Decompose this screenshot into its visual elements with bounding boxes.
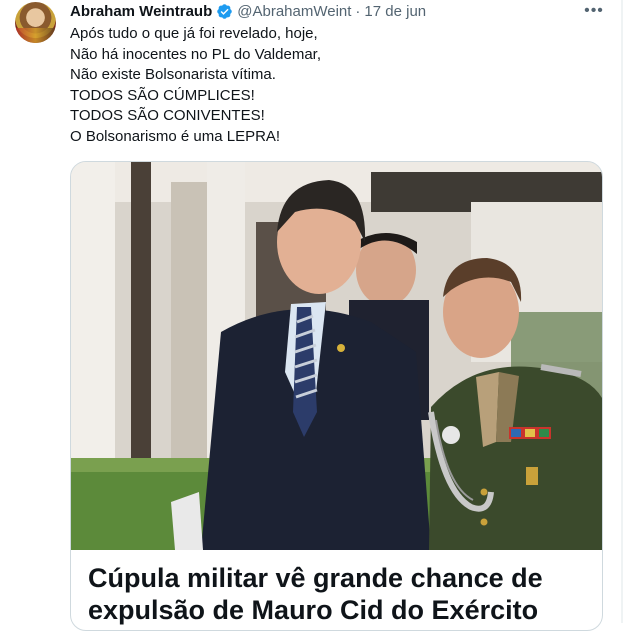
author-display-name[interactable]: Abraham Weintraub: [70, 3, 212, 20]
tweet-header: Abraham Weintraub @AbrahamWeint · 17 de …: [70, 1, 426, 21]
card-photo[interactable]: [71, 162, 603, 550]
author-avatar[interactable]: [15, 2, 56, 43]
tweet-text-line: TODOS SÃO CONIVENTES!: [70, 107, 265, 124]
more-options-icon[interactable]: •••: [583, 1, 605, 21]
author-handle[interactable]: @AbrahamWeint: [237, 3, 351, 20]
tweet-timestamp[interactable]: 17 de jun: [364, 3, 426, 20]
tweet-text-line: TODOS SÃO CÚMPLICES!: [70, 86, 255, 104]
link-preview-card[interactable]: Cúpula militar vê grande chance de expul…: [70, 161, 603, 631]
verified-badge-icon: [216, 3, 233, 20]
card-headline[interactable]: Cúpula militar vê grande chance de expul…: [88, 562, 588, 626]
tweet-text-line: Não há inocentes no PL do Valdemar,: [70, 45, 322, 63]
tweet-text-line: Não existe Bolsonarista vítima.: [70, 66, 276, 83]
tweet-text-line: Após tudo o que já foi revelado, hoje,: [70, 25, 318, 42]
tweet-text-line: O Bolsonarismo é uma LEPRA!: [70, 127, 281, 145]
header-separator: ·: [355, 2, 361, 20]
tweet-text: Após tudo o que já foi revelado, hoje, N…: [70, 24, 590, 147]
